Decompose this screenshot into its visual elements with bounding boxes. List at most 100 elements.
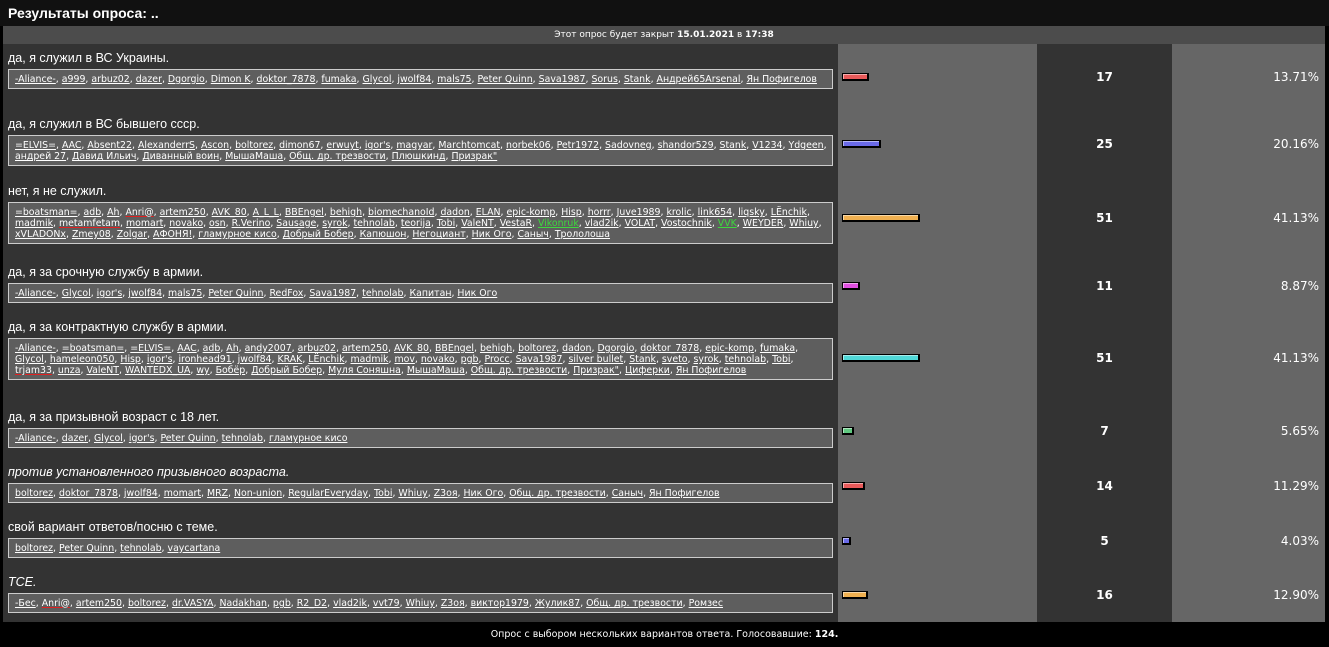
voter-link[interactable]: WANTEDX_UA xyxy=(125,365,190,376)
voter-link[interactable]: jwolf84 xyxy=(128,288,162,299)
voter-link[interactable]: Плюшкинд xyxy=(392,151,446,162)
voter-link[interactable]: arbuz02 xyxy=(298,343,336,354)
voter-link[interactable]: dadon xyxy=(562,343,591,354)
voter-link[interactable]: Nadakhan xyxy=(219,598,267,609)
voter-link[interactable]: Диванный воин xyxy=(142,151,219,162)
voter-link[interactable]: Peter Quinn xyxy=(160,433,215,444)
voter-link[interactable]: Zolgar xyxy=(117,229,147,240)
voter-link[interactable]: AVK_80 xyxy=(394,343,429,354)
voter-link[interactable]: syrok xyxy=(694,354,719,365)
voter-link[interactable]: erwuyt xyxy=(326,140,358,151)
voter-link[interactable]: LЁnchik xyxy=(771,207,807,218)
voter-link[interactable]: -Aliance- xyxy=(15,74,56,85)
voter-link[interactable]: jwolf84 xyxy=(397,74,431,85)
voter-link[interactable]: гламурное кисо xyxy=(198,229,277,240)
voter-link[interactable]: Ник Ого xyxy=(463,488,503,499)
voter-link[interactable]: Капюшон xyxy=(360,229,407,240)
voter-link[interactable]: Tobi xyxy=(437,218,455,229)
voter-link[interactable]: Peter Quinn xyxy=(208,288,263,299)
voter-link[interactable]: Призрак" xyxy=(573,365,619,376)
voter-link[interactable]: Трололоша xyxy=(555,229,610,240)
voter-link[interactable]: MRZ xyxy=(207,488,228,499)
voter-link[interactable]: Жулик87 xyxy=(535,598,580,609)
voter-link[interactable]: AlexanderrS xyxy=(138,140,195,151)
voter-link[interactable]: Негоциант xyxy=(412,229,465,240)
voter-link[interactable]: behigh xyxy=(330,207,362,218)
voter-link[interactable]: Peter Quinn xyxy=(477,74,532,85)
voter-link[interactable]: fumaka xyxy=(760,343,795,354)
voter-link[interactable]: Sausage xyxy=(276,218,316,229)
voter-link[interactable]: artem250 xyxy=(160,207,206,218)
voter-link[interactable]: R2_D2 xyxy=(297,598,327,609)
voter-link[interactable]: andy2007 xyxy=(245,343,292,354)
voter-link[interactable]: Общ. др. трезвости xyxy=(509,488,605,499)
voter-link[interactable]: Petr1972 xyxy=(557,140,599,151)
voter-link[interactable]: Hisp xyxy=(561,207,582,218)
voter-link[interactable]: biomechanoId xyxy=(368,207,434,218)
voter-link[interactable]: AAC xyxy=(177,343,196,354)
voter-link[interactable]: Бобёр xyxy=(216,365,246,376)
voter-link[interactable]: mov xyxy=(394,354,414,365)
voter-link[interactable]: Tobi xyxy=(374,488,392,499)
voter-link[interactable]: Sadovneg xyxy=(605,140,652,151)
voter-link[interactable]: artem250 xyxy=(342,343,388,354)
voter-link[interactable]: Juve1989 xyxy=(617,207,661,218)
voter-link[interactable]: Whiuy xyxy=(406,598,435,609)
voter-link[interactable]: tehnolab xyxy=(120,543,161,554)
voter-link[interactable]: виктор1979 xyxy=(471,598,529,609)
voter-link[interactable]: -Aliance- xyxy=(15,433,56,444)
voter-link[interactable]: novako xyxy=(421,354,455,365)
voter-link[interactable]: mals75 xyxy=(168,288,202,299)
voter-link[interactable]: boltorez xyxy=(518,343,556,354)
voter-link[interactable]: Ян Пофигелов xyxy=(676,365,746,376)
voter-link[interactable]: Давид Ильич xyxy=(72,151,136,162)
voter-link[interactable]: dimon67 xyxy=(279,140,320,151)
voter-link[interactable]: Anri@ xyxy=(125,207,153,218)
voter-link[interactable]: vlad2ik xyxy=(333,598,367,609)
voter-link[interactable]: magyar xyxy=(396,140,432,151)
voter-link[interactable]: igor's xyxy=(365,140,391,151)
voter-link[interactable]: Vostochnik xyxy=(661,218,712,229)
voter-link[interactable]: Sava1987 xyxy=(516,354,563,365)
voter-link[interactable]: Glycol xyxy=(15,354,44,365)
voter-link[interactable]: Ascon xyxy=(201,140,229,151)
voter-link[interactable]: ironhead91 xyxy=(178,354,231,365)
voter-link[interactable]: Ah xyxy=(107,207,119,218)
voter-link[interactable]: Циферки xyxy=(625,365,670,376)
voter-link[interactable]: xVLADONx xyxy=(15,229,66,240)
voter-link[interactable]: tehnolab xyxy=(353,218,394,229)
voter-link[interactable]: Саныч xyxy=(612,488,643,499)
voter-link[interactable]: boltorez xyxy=(15,488,53,499)
voter-link[interactable]: VVK xyxy=(718,218,737,229)
voter-link[interactable]: momart xyxy=(126,218,163,229)
voter-link[interactable]: Zmey08 xyxy=(72,229,111,240)
voter-link[interactable]: jwolf84 xyxy=(124,488,158,499)
voter-link[interactable]: boltorez xyxy=(128,598,166,609)
voter-link[interactable]: shandor529 xyxy=(658,140,714,151)
voter-link[interactable]: madmik xyxy=(350,354,388,365)
voter-link[interactable]: Призрак" xyxy=(451,151,497,162)
voter-link[interactable]: mals75 xyxy=(437,74,471,85)
voter-link[interactable]: МышаМаша xyxy=(407,365,465,376)
voter-link[interactable]: KRAK xyxy=(277,354,302,365)
voter-link[interactable]: vlad2ik xyxy=(585,218,619,229)
voter-link[interactable]: vvt79 xyxy=(373,598,400,609)
voter-link[interactable]: АФОНЯ! xyxy=(153,229,192,240)
voter-link[interactable]: Glycol xyxy=(363,74,392,85)
voter-link[interactable]: link654 xyxy=(698,207,732,218)
voter-link[interactable]: pgb xyxy=(273,598,291,609)
voter-link[interactable]: МышаМаша xyxy=(225,151,283,162)
voter-link[interactable]: teorija xyxy=(401,218,431,229)
voter-link[interactable]: VestaR xyxy=(500,218,532,229)
voter-link[interactable]: BBEngel xyxy=(285,207,324,218)
voter-link[interactable]: Whiuy xyxy=(789,218,818,229)
voter-link[interactable]: Dgorgio xyxy=(168,74,205,85)
voter-link[interactable]: Marchtomcat xyxy=(438,140,500,151)
voter-link[interactable]: hameleon050 xyxy=(50,354,115,365)
voter-link[interactable]: krolic xyxy=(666,207,691,218)
voter-link[interactable]: behigh xyxy=(480,343,512,354)
voter-link[interactable]: pgb xyxy=(461,354,479,365)
voter-link[interactable]: boltorez xyxy=(235,140,273,151)
voter-link[interactable]: Общ. др. трезвости xyxy=(586,598,682,609)
voter-link[interactable]: igor's xyxy=(129,433,155,444)
